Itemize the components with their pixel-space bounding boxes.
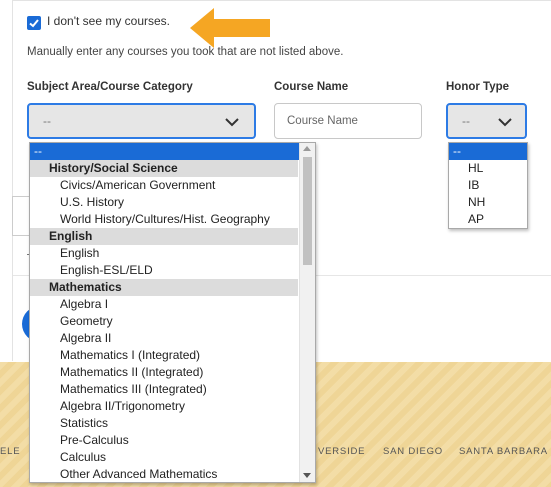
dropdown-option[interactable]: Algebra II [30,330,315,347]
dropdown-option[interactable]: Statistics [30,415,315,432]
dropdown-option[interactable]: Mathematics II (Integrated) [30,364,315,381]
dropdown-option[interactable]: Other Advanced Mathematics [30,466,315,482]
scroll-down-icon[interactable] [303,473,311,478]
dropdown-group-header: English [30,228,298,245]
campus-link[interactable]: VERSIDE [318,446,365,457]
campus-link[interactable]: SANTA BARBARA [459,446,548,457]
honor-selected-value: -- [462,114,470,128]
dropdown-option[interactable]: Algebra I [30,296,315,313]
dropdown-option[interactable]: Pre-Calculus [30,432,315,449]
honor-type-select[interactable]: -- [446,103,527,139]
check-icon [29,19,39,28]
dropdown-option[interactable]: World History/Cultures/Hist. Geography [30,211,315,228]
dropdown-option[interactable]: English [30,245,315,262]
campus-link[interactable]: ELE [0,446,20,457]
course-name-input[interactable] [274,103,422,139]
chevron-down-icon [225,118,239,127]
manual-entry-hint: Manually enter any courses you took that… [27,46,344,58]
dropdown-option[interactable]: -- [30,143,315,160]
honor-option[interactable]: IB [449,177,527,194]
subject-area-select[interactable]: -- [27,103,256,139]
campus-link[interactable]: SAN DIEGO [383,446,443,457]
dropdown-option[interactable]: Mathematics III (Integrated) [30,381,315,398]
chevron-down-icon [498,118,512,127]
honor-dropdown-list[interactable]: -- HL IB NH AP [448,142,528,229]
checkbox-label[interactable]: I don't see my courses. [47,14,170,28]
dropdown-group-header: Mathematics [30,279,298,296]
subject-column-header: Subject Area/Course Category [27,81,193,93]
dropdown-option[interactable]: U.S. History [30,194,315,211]
subject-selected-value: -- [43,114,51,128]
course-name-column-header: Course Name [274,81,349,93]
arrow-left-icon [190,8,270,48]
dropdown-scrollbar[interactable] [299,143,315,482]
honor-option[interactable]: NH [449,194,527,211]
dropdown-option[interactable]: Mathematics I (Integrated) [30,347,315,364]
subject-dropdown-list[interactable]: -- History/Social Science Civics/American … [29,142,316,483]
dropdown-group-header: History/Social Science [30,160,298,177]
dropdown-option[interactable]: English-ESL/ELD [30,262,315,279]
dropdown-option[interactable]: Calculus [30,449,315,466]
background-input [12,196,29,236]
dropdown-option[interactable]: Geometry [30,313,315,330]
dropdown-option[interactable]: Civics/American Government [30,177,315,194]
honor-option[interactable]: -- [449,143,527,160]
honor-type-column-header: Honor Type [446,81,510,93]
dropdown-option[interactable]: Algebra II/Trigonometry [30,398,315,415]
honor-option[interactable]: AP [449,211,527,228]
scroll-up-icon[interactable] [303,146,311,151]
scrollbar-thumb[interactable] [303,157,312,265]
honor-option[interactable]: HL [449,160,527,177]
dont-see-courses-checkbox[interactable] [27,16,41,30]
